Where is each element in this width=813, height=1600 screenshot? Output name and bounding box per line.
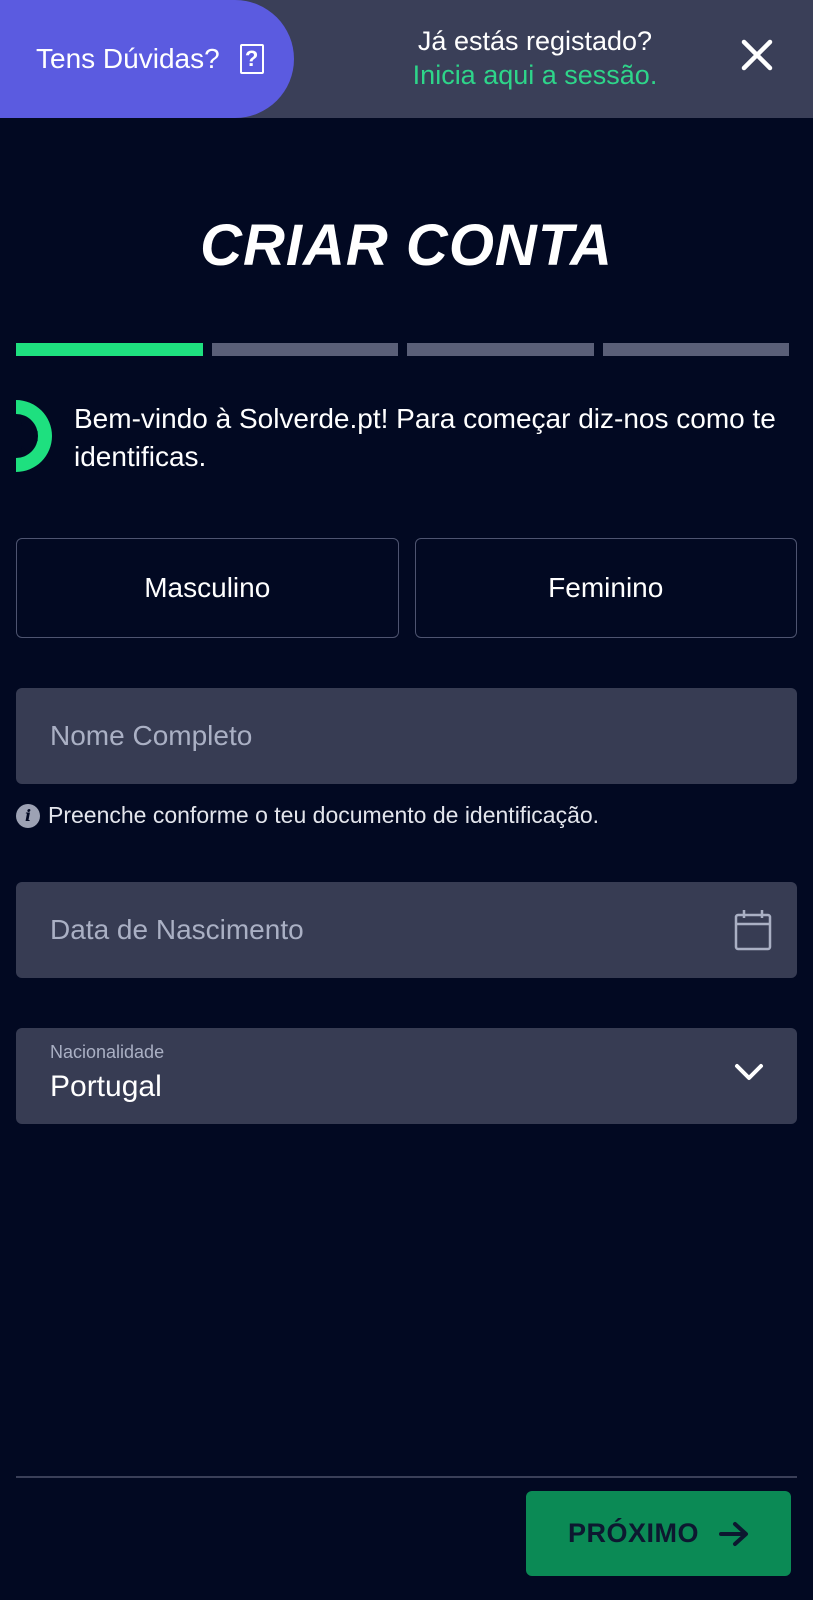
footer-divider: [16, 1476, 797, 1478]
login-question: Já estás registado?: [417, 26, 653, 56]
page-title: CRIAR CONTA: [200, 213, 613, 278]
nationality-select[interactable]: Nacionalidade Portugal: [16, 1028, 797, 1124]
welcome-text: Bem-vindo à Solverde.pt! Para começar di…: [74, 403, 776, 472]
login-prompt: Já estás registado? Inicia aqui a sessão…: [370, 24, 700, 92]
progress-step-4: [602, 343, 789, 356]
progress-step-1: [16, 343, 203, 356]
nationality-value: Portugal: [50, 1070, 162, 1103]
welcome-message: Bem-vindo à Solverde.pt! Para começar di…: [16, 400, 796, 476]
help-label: Tens Dúvidas?: [36, 43, 220, 74]
close-icon[interactable]: [740, 38, 774, 72]
info-icon: i: [16, 803, 40, 828]
full-name-hint: i Preenche conforme o teu documento de i…: [16, 802, 599, 829]
progress-step-2: [211, 343, 398, 356]
help-button[interactable]: Tens Dúvidas? ?: [0, 0, 294, 118]
login-link[interactable]: Inicia aqui a sessão.: [370, 58, 700, 92]
progress-step-3: [407, 343, 594, 356]
gender-male-button[interactable]: Masculino: [16, 538, 399, 638]
gender-female-button[interactable]: Feminino: [414, 538, 797, 638]
help-icon: ?: [239, 44, 264, 74]
arrow-right-icon: [719, 1521, 748, 1546]
calendar-icon[interactable]: [734, 909, 772, 951]
next-button[interactable]: PRÓXIMO: [526, 1491, 791, 1576]
birth-date-field: [16, 882, 797, 978]
step-progress: [16, 343, 789, 356]
full-name-input[interactable]: [50, 688, 710, 784]
nationality-label: Nacionalidade: [50, 1042, 165, 1062]
top-bar: Tens Dúvidas? ? Já estás registado? Inic…: [0, 0, 813, 118]
chevron-down-icon[interactable]: [734, 1062, 764, 1082]
sun-logo-icon: [16, 400, 52, 472]
full-name-hint-text: Preenche conforme o teu documento de ide…: [48, 802, 600, 828]
gender-selector: Masculino Feminino: [16, 538, 797, 638]
full-name-field: [16, 688, 797, 784]
next-button-label: PRÓXIMO: [567, 1518, 699, 1548]
birth-date-input[interactable]: [50, 882, 710, 978]
